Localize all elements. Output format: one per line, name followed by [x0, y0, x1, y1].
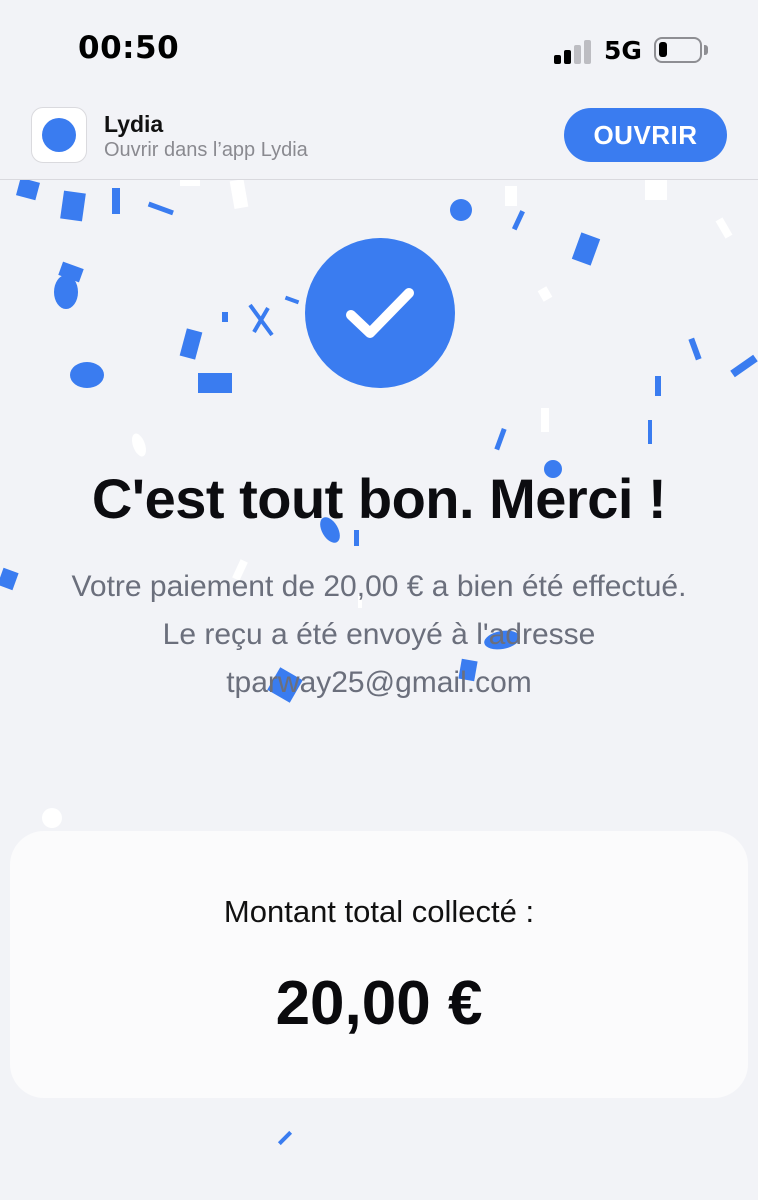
signal-strength-icon — [554, 38, 592, 64]
checkmark-icon — [346, 288, 414, 338]
receipt-sent-line: Le reçu a été envoyé à l'adresse — [162, 618, 596, 651]
battery-level — [659, 42, 667, 57]
lydia-logo-icon — [42, 118, 76, 152]
battery-icon — [654, 37, 702, 63]
status-bar: 00:50 5G — [0, 0, 758, 100]
signal-bar — [584, 40, 591, 64]
signal-bar — [554, 55, 561, 64]
battery-cap — [704, 45, 708, 55]
payment-confirmation-line: Votre paiement de 20,00 € a bien été eff… — [71, 570, 687, 603]
network-type: 5G — [604, 36, 642, 65]
success-check-circle — [305, 238, 455, 388]
receipt-email: tparway25@gmail.com — [226, 666, 532, 699]
open-app-button[interactable]: OUVRIR — [564, 108, 727, 162]
total-amount-value: 20,00 € — [275, 969, 483, 1038]
signal-bar — [564, 50, 571, 64]
total-amount-card: Montant total collecté : 20,00 € — [10, 831, 748, 1098]
success-title: C'est tout bon. Merci ! — [91, 467, 667, 530]
app-subtitle: Ouvrir dans l’app Lydia — [104, 139, 308, 161]
lydia-app-icon[interactable] — [31, 107, 87, 163]
app-name: Lydia — [104, 111, 164, 137]
total-amount-label: Montant total collecté : — [223, 894, 535, 929]
status-time: 00:50 — [78, 30, 180, 66]
payment-confirmation-message: Votre paiement de 20,00 € a bien été eff… — [0, 563, 758, 707]
signal-bar — [574, 45, 581, 64]
app-banner: Lydia Ouvrir dans l’app Lydia OUVRIR — [0, 100, 758, 180]
